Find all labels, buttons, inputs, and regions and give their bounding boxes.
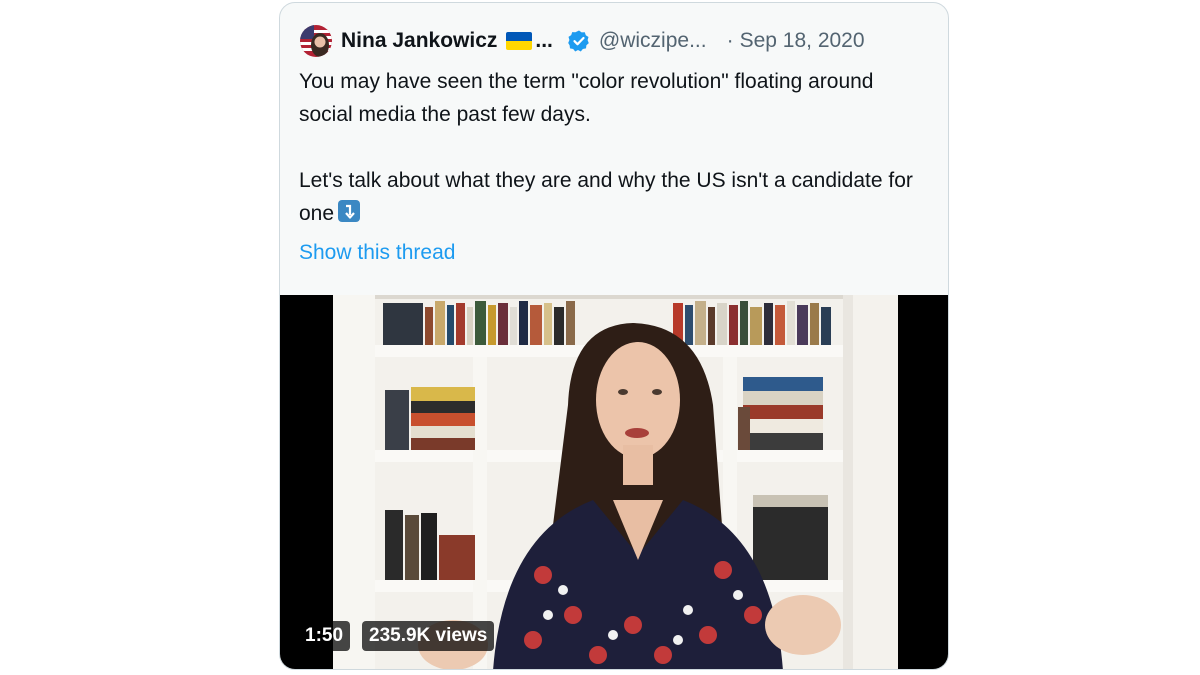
- author-handle[interactable]: @wiczipe...: [599, 29, 707, 53]
- tweet-header: Nina Jankowicz ... @wiczipe... · Sep 18,…: [300, 23, 928, 59]
- separator-dot: ·: [726, 29, 734, 52]
- video-views-badge: 235.9K views: [362, 621, 495, 651]
- tweet-paragraph-2-text: Let's talk about what they are and why t…: [299, 169, 913, 225]
- author-name[interactable]: Nina Jankowicz: [341, 29, 497, 53]
- arrow-down-right-emoji-icon: [338, 200, 361, 222]
- video-thumbnail: [333, 295, 898, 669]
- verified-badge-icon: [568, 30, 589, 52]
- tweet-text: You may have seen the term "color revolu…: [299, 65, 929, 230]
- ukraine-flag-icon: [506, 32, 533, 50]
- tweet-date[interactable]: Sep 18, 2020: [740, 29, 865, 53]
- quoted-tweet-card[interactable]: Nina Jankowicz ... @wiczipe... · Sep 18,…: [279, 2, 949, 670]
- video-player[interactable]: 1:50 235.9K views: [280, 295, 948, 669]
- avatar[interactable]: [300, 25, 332, 57]
- tweet-paragraph-2: Let's talk about what they are and why t…: [299, 164, 929, 230]
- show-thread-link[interactable]: Show this thread: [299, 236, 455, 269]
- name-ellipsis: ...: [535, 29, 553, 52]
- video-duration-badge: 1:50: [298, 621, 351, 651]
- tweet-paragraph-1: You may have seen the term "color revolu…: [299, 70, 874, 126]
